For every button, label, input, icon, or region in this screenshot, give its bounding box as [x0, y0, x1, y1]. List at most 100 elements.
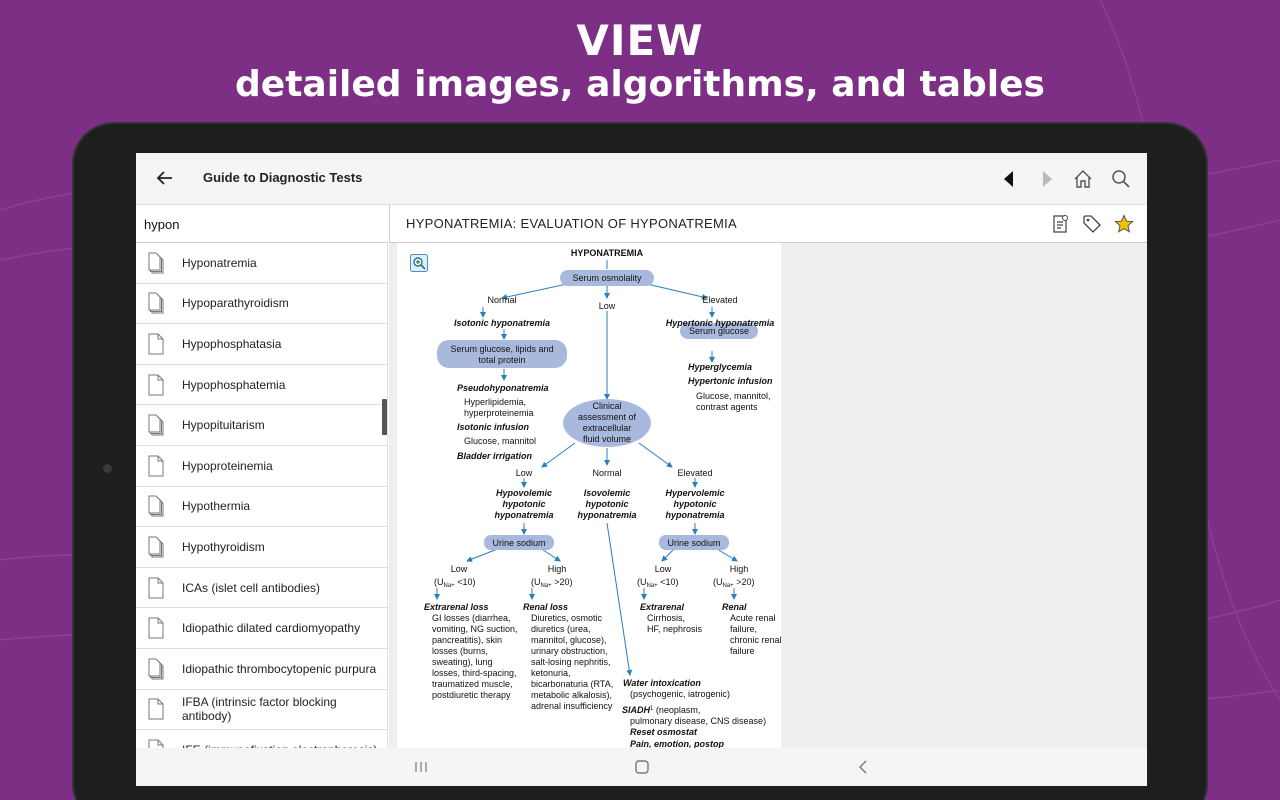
algo-hypertonic-infusion: Hypertonic infusion: [688, 376, 773, 386]
result-label: Hypoparathyroidism: [182, 296, 289, 311]
algo-u-low-val-right: (UNa+ <10): [637, 577, 678, 589]
algo-isotonic: Isotonic hyponatremia: [454, 318, 550, 328]
result-list-item[interactable]: ICAs (islet cell antibodies): [136, 568, 387, 609]
zoom-in-icon[interactable]: [410, 254, 428, 272]
promo-subheadline: detailed images, algorithms, and tables: [235, 64, 1045, 105]
algo-serum-glucose-lipids-1: Serum glucose, lipids and: [450, 344, 553, 354]
algo-hypervolemic-3: hyponatremia: [665, 510, 724, 520]
algo-isovolemic-1: Isovolemic: [584, 488, 631, 498]
algo-u-high-left: High: [548, 564, 567, 574]
algo-detail-line: failure,: [730, 624, 757, 634]
algo-clinical-1: Clinical: [592, 401, 621, 411]
algo-detail-line: urinary obstruction,: [531, 646, 608, 656]
algo-detail-line: ketonuria,: [531, 668, 571, 678]
algo-u-low-left: Low: [451, 564, 468, 574]
multi-doc-icon: [148, 292, 164, 314]
result-list-item[interactable]: Hypoparathyroidism: [136, 284, 387, 325]
result-label: Hypophosphatemia: [182, 377, 286, 392]
multi-doc-icon: [148, 252, 164, 274]
notes-icon[interactable]: [1050, 214, 1070, 234]
doc-icon: [148, 617, 164, 639]
algo-detail-line: vomiting, NG suction,: [432, 624, 518, 634]
algo-detail-line: pancreatitis), skin: [432, 635, 502, 645]
result-list-item[interactable]: Idiopathic thrombocytopenic purpura: [136, 649, 387, 690]
result-list-item[interactable]: Hypopituitarism: [136, 405, 387, 446]
algo-detail-line: postdiuretic therapy: [432, 690, 511, 700]
back-button-icon[interactable]: [855, 758, 873, 776]
algo-detail-line: Acute renal: [730, 613, 776, 623]
result-label: Hyponatremia: [182, 255, 257, 270]
result-list-item[interactable]: IFE (immunofixation electrophoresis): [136, 730, 387, 748]
algo-serum-glucose-lipids-2: total protein: [478, 355, 525, 365]
algo-contrast: contrast agents: [696, 402, 758, 412]
algo-branch-elevated: Elevated: [702, 295, 737, 305]
result-list-item[interactable]: Hypoproteinemia: [136, 446, 387, 487]
algo-detail-line: GI losses (diarrhea,: [432, 613, 511, 623]
algo-isovolemic-3: hyponatremia: [577, 510, 636, 520]
result-list-item[interactable]: IFBA (intrinsic factor blocking antibody…: [136, 690, 387, 731]
svg-text:(UNa+ <10): (UNa+ <10): [637, 577, 678, 589]
system-navigation-bar: [136, 748, 1147, 786]
multi-doc-icon: [148, 536, 164, 558]
doc-icon: [148, 455, 164, 477]
home-button-icon[interactable]: [633, 758, 651, 776]
recent-apps-icon[interactable]: [412, 758, 430, 776]
algo-vol-normal: Normal: [592, 468, 621, 478]
result-list-item[interactable]: Hypophosphatasia: [136, 324, 387, 365]
tablet-camera: [103, 464, 112, 473]
algo-water-intox: Water intoxication: [623, 678, 701, 688]
result-label: Idiopathic thrombocytopenic purpura: [182, 661, 377, 676]
algo-detail-line: failure: [730, 646, 755, 656]
search-input[interactable]: [144, 214, 374, 234]
algo-urine-sodium-left: Urine sodium: [492, 538, 545, 548]
algorithm-flowchart: HYPONATREMIA Serum osmolality Normal Low…: [424, 248, 781, 748]
algo-serum-osm: Serum osmolality: [572, 273, 642, 283]
algo-detail-line: losses, third-spacing,: [432, 668, 517, 678]
algo-detail-line: HF, nephrosis: [647, 624, 703, 634]
svg-text:(UNa+ >20): (UNa+ >20): [531, 577, 572, 589]
list-scrollbar[interactable]: [382, 399, 387, 435]
previous-icon[interactable]: [1000, 169, 1020, 189]
algo-detail-line: diuretics (urea,: [531, 624, 591, 634]
algo-vol-elevated: Elevated: [677, 468, 712, 478]
algo-detail-line: sweating), lung: [432, 657, 493, 667]
next-icon[interactable]: [1036, 169, 1056, 189]
result-list-item[interactable]: Hypothermia: [136, 487, 387, 528]
algo-vol-low: Low: [516, 468, 533, 478]
svg-text:(UNa+ >20): (UNa+ >20): [713, 577, 754, 589]
result-label: Hypothermia: [182, 499, 251, 514]
detail-header: HYPONATREMIA: EVALUATION OF HYPONATREMIA: [389, 205, 1147, 243]
algo-detail-line: Diuretics, osmotic: [531, 613, 603, 623]
result-label: Hypophosphatasia: [182, 336, 282, 351]
search-icon[interactable]: [1111, 169, 1131, 189]
algo-renal: Renal: [722, 602, 747, 612]
algo-detail-line: adrenal insufficiency: [531, 701, 613, 711]
algo-renal2-details: Acute renalfailure,chronic renalfailure: [730, 613, 781, 656]
result-list-item[interactable]: Idiopathic dilated cardiomyopathy: [136, 608, 387, 649]
algo-renal-loss: Renal loss: [523, 602, 568, 612]
algo-pseudo: Pseudohyponatremia: [457, 383, 549, 393]
result-label: Hypoproteinemia: [182, 458, 273, 473]
doc-icon: [148, 577, 164, 599]
algo-u-low-val-left: (UNa+ <10): [434, 577, 475, 589]
result-label: ICAs (islet cell antibodies): [182, 580, 321, 595]
result-list-item[interactable]: Hypothyroidism: [136, 527, 387, 568]
algo-clinical-3: extracellular: [583, 423, 632, 433]
algo-urine-sodium-right: Urine sodium: [667, 538, 720, 548]
result-list-item[interactable]: Hyponatremia: [136, 243, 387, 284]
algo-u-low-right: Low: [655, 564, 672, 574]
favorite-star-icon[interactable]: [1114, 214, 1134, 234]
algo-branch-normal: Normal: [487, 295, 516, 305]
algo-detail-line: Cirrhosis,: [647, 613, 685, 623]
back-arrow-icon[interactable]: [156, 169, 174, 187]
result-list-item[interactable]: Hypophosphatemia: [136, 365, 387, 406]
algo-siadh-line2: pulmonary disease, CNS disease): [630, 716, 766, 726]
algo-detail-line: salt-losing nephritis,: [531, 657, 611, 667]
algo-isovolemic-2: hypotonic: [586, 499, 629, 509]
algo-reset: Reset osmostat: [630, 727, 698, 737]
home-icon[interactable]: [1073, 169, 1093, 189]
algorithm-figure: HYPONATREMIA Serum osmolality Normal Low…: [397, 243, 781, 748]
result-label: Hypopituitarism: [182, 418, 265, 433]
tag-icon[interactable]: [1082, 214, 1102, 234]
detail-title: HYPONATREMIA: EVALUATION OF HYPONATREMIA: [406, 216, 738, 231]
